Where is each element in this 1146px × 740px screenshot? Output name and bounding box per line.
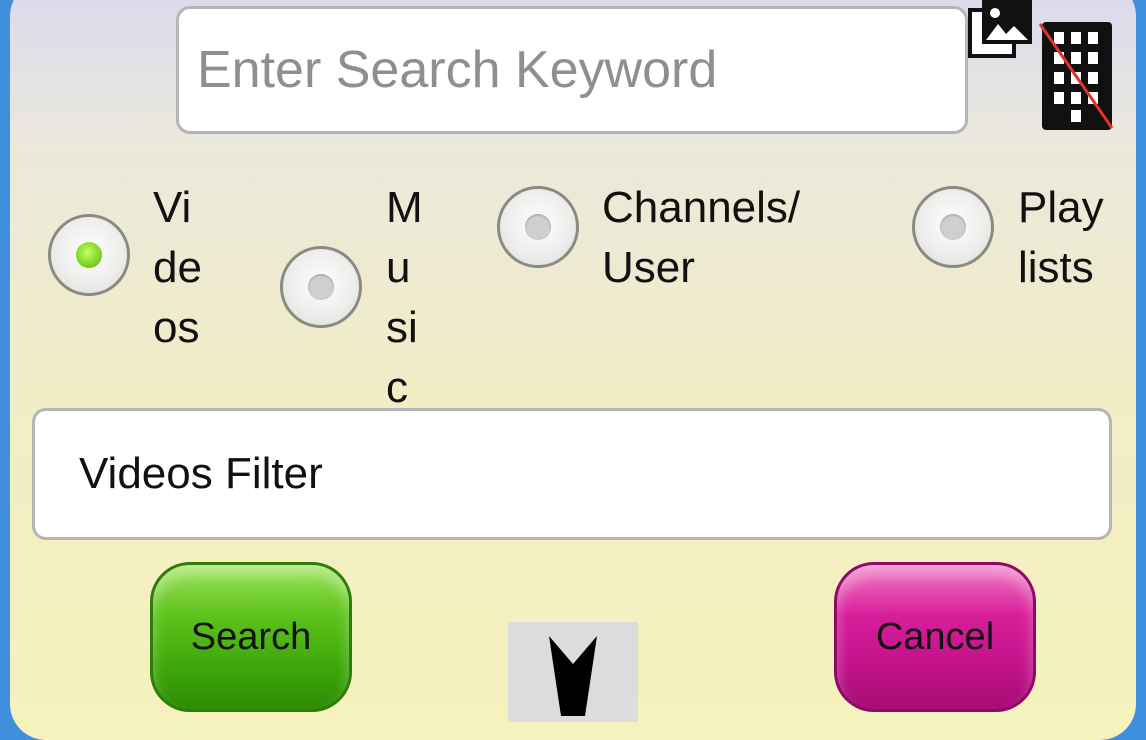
search-placeholder: Enter Search Keyword (197, 41, 718, 99)
radio-label-music[interactable]: M u si c (386, 178, 423, 418)
radio-indicator (308, 274, 334, 300)
radio-videos[interactable] (48, 214, 130, 296)
search-button-label: Search (190, 615, 312, 658)
keypad-icon[interactable] (1038, 20, 1114, 132)
radio-label-playlists[interactable]: Play lists (1018, 178, 1104, 298)
radio-indicator (525, 214, 551, 240)
chevron-down-icon (549, 636, 597, 716)
cancel-button-label: Cancel (875, 615, 995, 658)
filter-dropdown[interactable]: Videos Filter (32, 408, 1112, 540)
filter-value: Videos Filter (79, 449, 323, 498)
search-button[interactable]: Search (150, 562, 352, 712)
radio-label-videos[interactable]: Vi de os (153, 178, 202, 358)
cancel-button[interactable]: Cancel (834, 562, 1036, 712)
radio-selected-indicator (76, 242, 102, 268)
radio-label-channels[interactable]: Channels/ User (602, 178, 800, 298)
radio-music[interactable] (280, 246, 362, 328)
radio-indicator (940, 214, 966, 240)
radio-channels[interactable] (497, 186, 579, 268)
search-input[interactable]: Enter Search Keyword (176, 6, 968, 134)
expand-button[interactable] (508, 622, 638, 722)
image-gallery-icon[interactable] (968, 0, 1034, 62)
radio-playlists[interactable] (912, 186, 994, 268)
